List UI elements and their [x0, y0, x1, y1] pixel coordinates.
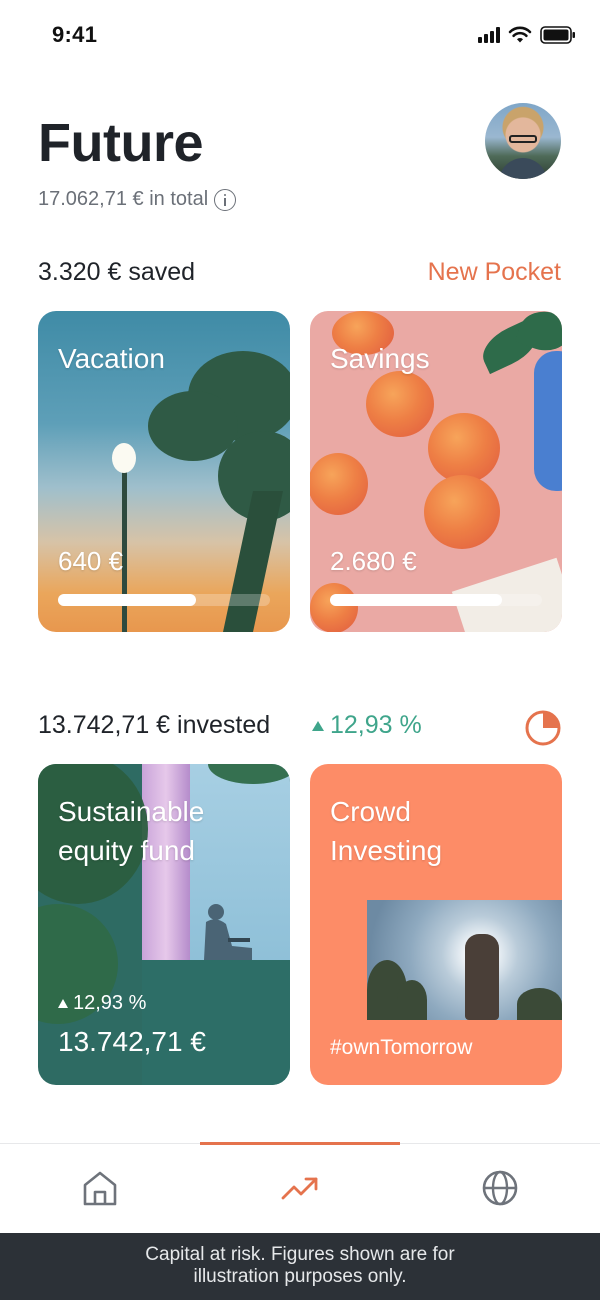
card-illustration-peach	[424, 475, 500, 549]
card-illustration-lamp-bulb	[112, 443, 136, 473]
crowd-hashtag: #ownTomorrow	[330, 1036, 473, 1059]
photo-tree	[517, 988, 562, 1020]
pocket-amount: 640 €	[58, 546, 124, 576]
total-balance: 17.062,71 € in total	[38, 188, 237, 211]
pocket-title: Vacation	[58, 343, 165, 374]
status-bar: 9:41	[0, 0, 600, 72]
bottom-nav	[0, 1142, 600, 1233]
total-balance-text: 17.062,71 € in total	[38, 188, 209, 210]
cellular-signal-icon	[478, 27, 500, 43]
arrow-up-icon	[312, 720, 324, 731]
invested-heading: 13.742,71 € invested	[38, 711, 271, 739]
pocket-progress-bar	[330, 594, 542, 606]
fund-title: Sustainable equity fund	[58, 792, 204, 870]
fund-title-line1: Sustainable	[58, 796, 205, 827]
card-illustration-pot	[534, 351, 562, 491]
fund-performance: 12,93 %	[58, 992, 146, 1015]
arrow-up-icon	[58, 999, 68, 1008]
photo-tree	[397, 980, 427, 1020]
crowd-title: Crowd Investing	[330, 792, 442, 870]
avatar[interactable]	[485, 103, 561, 179]
crowd-title-line2: Investing	[330, 835, 443, 866]
status-icons	[478, 26, 576, 44]
new-pocket-button[interactable]: New Pocket	[428, 258, 561, 287]
disclaimer-banner: Capital at risk. Figures shown are for i…	[0, 1233, 600, 1300]
pocket-title: Savings	[330, 343, 430, 374]
card-illustration-floor	[142, 960, 290, 1085]
status-time: 9:41	[52, 22, 98, 47]
card-illustration-peach	[428, 413, 500, 483]
info-icon[interactable]	[214, 188, 237, 211]
investment-card-crowd[interactable]: Crowd Investing #ownTomorrow	[310, 764, 562, 1085]
pocket-amount: 2.680 €	[330, 546, 417, 576]
pocket-card-vacation[interactable]: Vacation 640 €	[38, 311, 290, 632]
avatar-shirt	[499, 158, 547, 179]
fund-amount: 13.742,71 €	[58, 1026, 206, 1057]
card-illustration-peach	[310, 453, 368, 515]
photo-hand	[465, 934, 499, 1020]
investment-performance-value: 12,93 %	[330, 711, 422, 739]
disclaimer-line2: illustration purposes only.	[193, 1266, 407, 1287]
card-illustration-person	[204, 904, 252, 960]
card-illustration-peach	[366, 371, 434, 437]
fund-performance-value: 12,93 %	[73, 992, 147, 1014]
pie-chart-icon[interactable]	[524, 709, 562, 747]
globe-icon[interactable]	[480, 1168, 520, 1208]
wifi-icon	[508, 26, 532, 43]
avatar-glasses	[509, 135, 537, 143]
crowd-title-line1: Crowd	[330, 796, 411, 827]
pocket-progress-bar	[58, 594, 270, 606]
fund-title-line2: equity fund	[58, 835, 195, 866]
card-illustration-trunk	[223, 491, 283, 632]
disclaimer-line1: Capital at risk. Figures shown are for	[145, 1244, 455, 1265]
saved-heading: 3.320 € saved	[38, 258, 196, 286]
investment-card-fund[interactable]: Sustainable equity fund 12,93 % 13.742,7…	[38, 764, 290, 1085]
investment-performance: 12,93 %	[312, 711, 422, 740]
pocket-progress-fill	[330, 594, 502, 606]
card-illustration-photo	[367, 900, 562, 1020]
trending-up-icon[interactable]	[280, 1168, 320, 1208]
page-title: Future	[38, 113, 204, 173]
card-illustration-peach	[310, 583, 358, 632]
pocket-progress-fill	[58, 594, 196, 606]
home-icon[interactable]	[80, 1168, 120, 1208]
battery-icon	[540, 26, 575, 44]
pocket-card-savings[interactable]: Savings 2.680 €	[310, 311, 562, 632]
nav-active-indicator	[200, 1142, 400, 1145]
